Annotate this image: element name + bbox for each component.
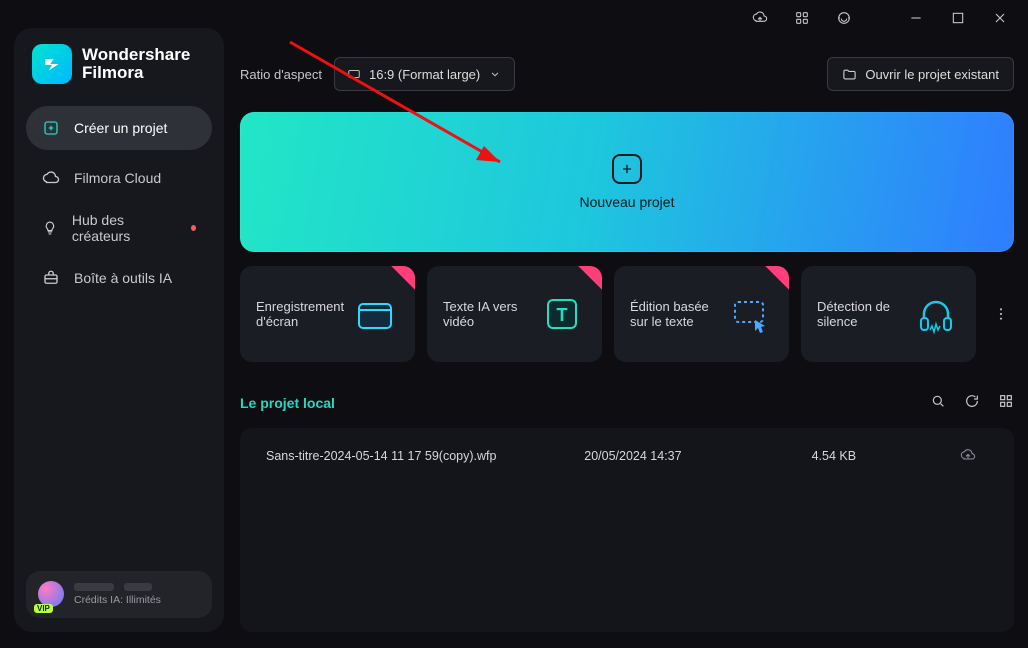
new-badge-icon: [568, 266, 602, 300]
new-badge-icon: [755, 266, 789, 300]
headphones-wave-icon: [912, 286, 960, 342]
account-footer[interactable]: VIP Crédits IA: Illimités: [26, 571, 212, 618]
project-size: 4.54 KB: [812, 449, 948, 463]
account-info: Crédits IA: Illimités: [74, 581, 161, 608]
sidebar: Wondershare Filmora Créer un projet Film…: [14, 28, 224, 632]
nav-label: Boîte à outils IA: [74, 270, 172, 286]
more-cards-button[interactable]: [988, 266, 1014, 362]
nav: Créer un projet Filmora Cloud Hub des cr…: [26, 106, 212, 300]
local-projects-title: Le projet local: [240, 395, 335, 411]
close-icon[interactable]: [990, 8, 1010, 28]
search-icon[interactable]: [930, 393, 946, 414]
sidebar-item-create-project[interactable]: Créer un projet: [26, 106, 212, 150]
minimize-icon[interactable]: [906, 8, 926, 28]
plus-square-icon: [42, 119, 60, 137]
card-label: Texte IA vers vidéo: [443, 299, 538, 329]
brand-text: Wondershare Filmora: [82, 46, 190, 82]
card-screen-recording[interactable]: Enregistrement d'écran: [240, 266, 415, 362]
card-ai-text-to-video[interactable]: Texte IA vers vidéo T: [427, 266, 602, 362]
feature-cards: Enregistrement d'écran Texte IA vers vid…: [240, 266, 1014, 362]
brand-logo-icon: [32, 44, 72, 84]
lightbulb-icon: [42, 219, 58, 237]
new-project-hero[interactable]: Nouveau projet: [240, 112, 1014, 252]
avatar: VIP: [38, 581, 64, 607]
project-date: 20/05/2024 14:37: [584, 449, 811, 463]
nav-label: Filmora Cloud: [74, 170, 161, 186]
maximize-icon[interactable]: [948, 8, 968, 28]
notification-dot-icon: [191, 225, 196, 231]
credits-label: Crédits IA: Illimités: [74, 594, 161, 608]
grid-view-icon[interactable]: [998, 393, 1014, 414]
brand-line2: Filmora: [82, 64, 190, 82]
project-row[interactable]: Sans-titre-2024-05-14 11 17 59(copy).wfp…: [240, 436, 1014, 476]
apps-grid-icon[interactable]: [792, 8, 812, 28]
open-existing-button[interactable]: Ouvrir le projet existant: [827, 57, 1014, 91]
local-projects-list: Sans-titre-2024-05-14 11 17 59(copy).wfp…: [240, 428, 1014, 632]
aspect-ratio-value: 16:9 (Format large): [369, 67, 480, 82]
card-label: Enregistrement d'écran: [256, 299, 351, 329]
brand-line1: Wondershare: [82, 46, 190, 64]
cloud-icon: [42, 169, 60, 187]
sidebar-item-filmora-cloud[interactable]: Filmora Cloud: [26, 156, 212, 200]
new-badge-icon: [381, 266, 415, 300]
open-existing-label: Ouvrir le projet existant: [865, 67, 999, 82]
nav-label: Hub des créateurs: [72, 212, 173, 244]
nav-label: Créer un projet: [74, 120, 167, 136]
aspect-ratio-select[interactable]: 16:9 (Format large): [334, 57, 515, 91]
folder-icon: [842, 67, 857, 82]
plus-icon: [612, 154, 642, 184]
local-projects-tools: [930, 393, 1014, 414]
project-cloud-icon[interactable]: [948, 447, 988, 466]
refresh-icon[interactable]: [964, 393, 980, 414]
card-silence-detection[interactable]: Détection de silence: [801, 266, 976, 362]
sidebar-item-ai-toolbox[interactable]: Boîte à outils IA: [26, 256, 212, 300]
brand: Wondershare Filmora: [26, 42, 212, 106]
screen-icon: [347, 67, 361, 81]
new-project-label: Nouveau projet: [580, 194, 675, 210]
main: Ratio d'aspect 16:9 (Format large) Ouvri…: [240, 54, 1014, 632]
aspect-ratio-label: Ratio d'aspect: [240, 67, 322, 82]
toolbox-icon: [42, 269, 60, 287]
card-label: Détection de silence: [817, 299, 912, 329]
chevron-down-icon: [488, 67, 502, 81]
titlebar: [732, 0, 1028, 36]
vip-badge: VIP: [34, 604, 53, 613]
project-name: Sans-titre-2024-05-14 11 17 59(copy).wfp: [266, 449, 584, 463]
cloud-sync-icon[interactable]: [750, 8, 770, 28]
support-icon[interactable]: [834, 8, 854, 28]
local-projects-header: Le projet local: [240, 388, 1014, 418]
card-label: Édition basée sur le texte: [630, 299, 725, 329]
sidebar-item-creators-hub[interactable]: Hub des créateurs: [26, 206, 212, 250]
svg-text:T: T: [556, 305, 567, 325]
card-text-based-editing[interactable]: Édition basée sur le texte: [614, 266, 789, 362]
toolbar: Ratio d'aspect 16:9 (Format large) Ouvri…: [240, 54, 1014, 94]
